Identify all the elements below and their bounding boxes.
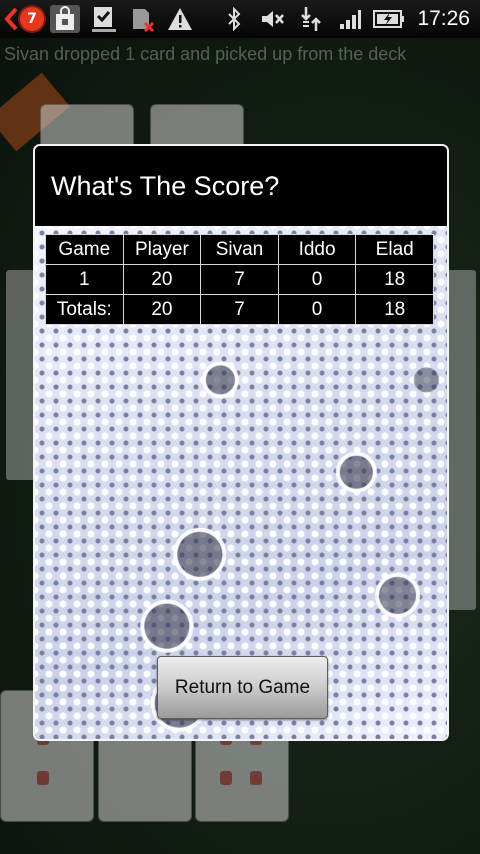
return-to-game-button[interactable]: Return to Game [157,656,328,719]
table-cell: 7 [200,294,279,325]
table-row: 1 20 7 0 18 [45,264,434,295]
status-clock: 17:26 [417,7,470,30]
dialog-body: Game Player Sivan Iddo Elad 1 20 7 0 18 … [35,226,447,739]
table-cell: 0 [277,294,357,325]
warning-icon [166,5,194,33]
table-cell: 1 [45,264,124,295]
table-cell: 0 [277,264,357,295]
signal-icon [338,5,362,33]
data-transfer-icon [300,5,324,33]
sd-card-error-icon [128,5,156,33]
table-cell: 7 [200,264,279,295]
shopping-bag-icon [50,5,80,33]
column-header-iddo: Iddo [277,234,357,265]
column-header-elad: Elad [355,234,434,265]
mute-icon [260,5,286,33]
bluetooth-icon [224,5,244,33]
status-bar: 7 17:26 [0,0,480,38]
dialog-title: What's The Score? [35,146,447,226]
battery-charging-icon [372,5,406,33]
table-cell: 20 [122,264,202,295]
score-table: Game Player Sivan Iddo Elad 1 20 7 0 18 … [45,234,434,325]
table-cell: Totals: [45,294,124,325]
game-ticker-text: Sivan dropped 1 card and picked up from … [4,44,407,64]
score-header-row: Game Player Sivan Iddo Elad [45,234,434,265]
totals-row: Totals: 20 7 0 18 [45,294,434,325]
score-dialog: What's The Score? Game Player Sivan Iddo… [33,144,449,741]
hand-card-left [6,270,36,480]
column-header-player: Player [122,234,202,265]
column-header-game: Game [45,234,124,265]
notification-back-icon[interactable] [2,5,20,33]
notification-count-badge[interactable]: 7 [20,7,44,31]
hand-card-right [446,270,476,610]
table-cell: 18 [355,294,434,325]
table-cell: 18 [355,264,434,295]
column-header-sivan: Sivan [200,234,279,265]
download-check-icon [88,5,120,33]
table-cell: 20 [122,294,202,325]
